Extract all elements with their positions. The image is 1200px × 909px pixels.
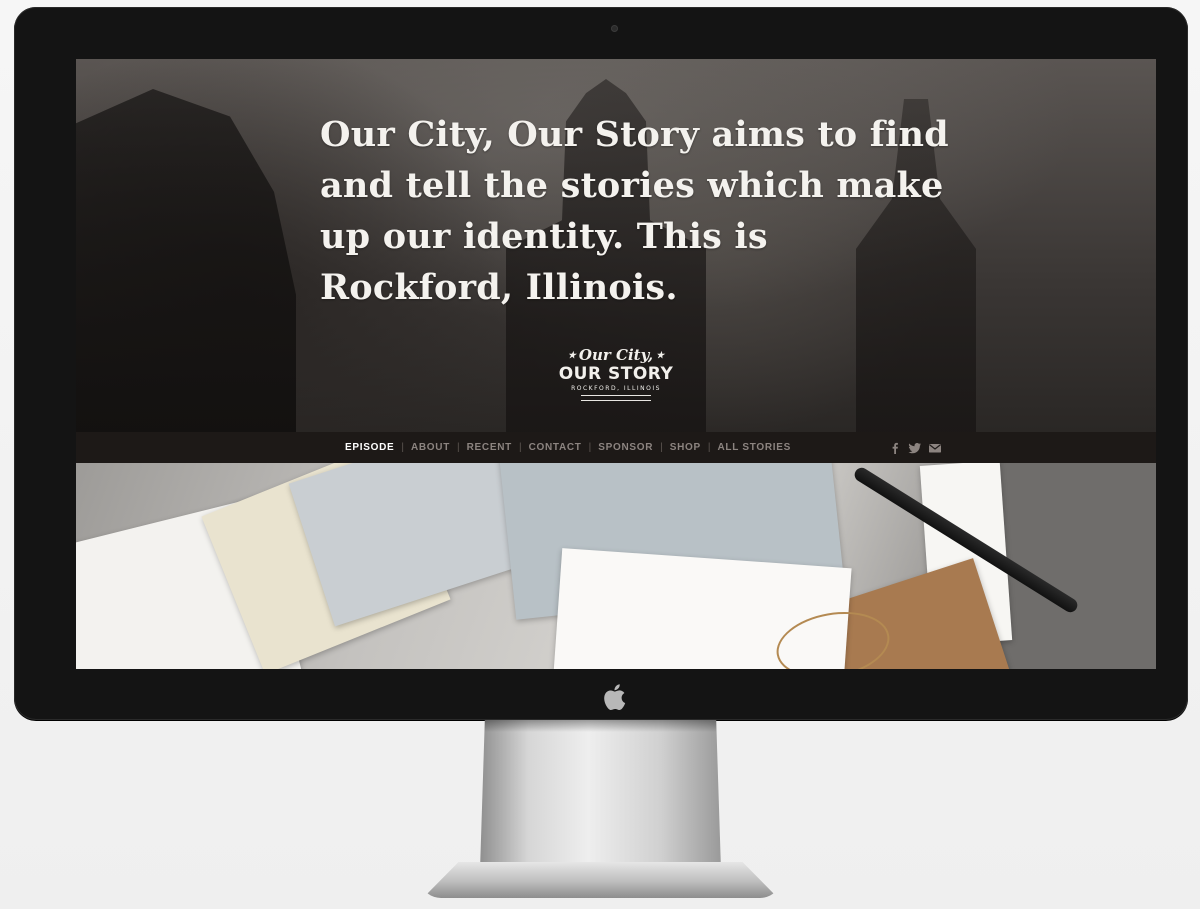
nav-separator: | [401,442,404,453]
main-navigation: EPISODE | ABOUT | RECENT | CONTACT | SPO… [76,432,1156,469]
mail-icon[interactable] [928,442,942,454]
nav-item-about[interactable]: ABOUT [411,442,450,453]
logo-sub-text: ROCKFORD, ILLINOIS [571,385,661,392]
site-logo[interactable]: ★ Our City, ★ OUR STORY ROCKFORD, ILLINOIS [556,347,676,411]
twitter-icon[interactable] [908,442,922,454]
featured-episode-image[interactable] [76,463,1156,669]
hero-headline: Our City, Our Story aims to find and tel… [320,114,949,308]
website-screen: Our City, Our Story aims to find and tel… [76,59,1156,669]
hero-statue-silhouette [76,89,296,432]
monitor-stand-neck [480,720,721,870]
nav-item-all-stories[interactable]: ALL STORIES [718,442,791,453]
nav-item-episode[interactable]: EPISODE [345,442,395,469]
hero-section: Our City, Our Story aims to find and tel… [76,59,1156,432]
nav-separator: | [707,442,711,453]
star-icon: ★ [656,351,665,361]
nav-item-label: EPISODE [345,442,395,453]
nav-separator: | [457,442,460,453]
social-links [888,432,948,463]
nav-separator: | [518,442,522,453]
nav-list: EPISODE | ABOUT | RECENT | CONTACT | SPO… [345,432,791,469]
nav-item-recent[interactable]: RECENT [467,442,512,453]
logo-script-row: ★ Our City, ★ [556,347,676,364]
logo-script-text: Our City, [578,346,654,364]
star-icon: ★ [567,351,576,361]
nav-item-contact[interactable]: CONTACT [529,442,582,453]
logo-rule-lines [581,395,651,401]
nav-separator: | [660,442,663,453]
nav-item-sponsor[interactable]: SPONSOR [598,442,653,453]
facebook-icon[interactable] [888,442,902,454]
monitor-stand-base [423,862,778,898]
nav-separator: | [588,442,592,453]
logo-main-text: OUR STORY [558,364,674,384]
nav-item-shop[interactable]: SHOP [670,442,701,453]
monitor-bezel: Our City, Our Story aims to find and tel… [14,7,1188,720]
apple-logo-icon [604,684,626,710]
camera-icon [611,25,618,32]
